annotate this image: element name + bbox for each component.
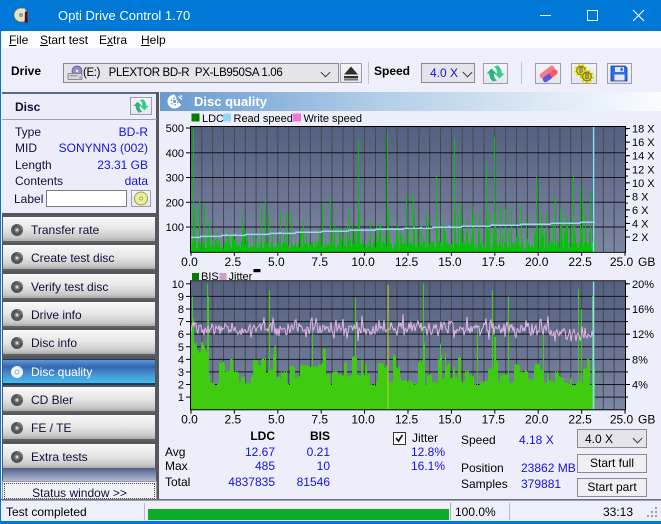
svg-text:7.5: 7.5	[311, 255, 328, 269]
svg-text:10 X: 10 X	[632, 178, 655, 190]
svg-text:23862 MB: 23862 MB	[521, 461, 576, 475]
svg-text:0.0: 0.0	[181, 255, 198, 269]
svg-text:1: 1	[178, 392, 184, 404]
svg-text:20.0: 20.0	[525, 255, 549, 269]
svg-text:Avg: Avg	[165, 445, 185, 459]
svg-text:Jitter: Jitter	[229, 271, 253, 283]
svg-text:8: 8	[178, 304, 184, 316]
svg-text:2: 2	[178, 380, 184, 392]
svg-text:500: 500	[166, 123, 184, 135]
svg-text:2.5: 2.5	[225, 413, 242, 427]
svg-text:14 X: 14 X	[632, 151, 655, 163]
svg-text:15.0: 15.0	[438, 413, 462, 427]
svg-text:10: 10	[172, 279, 184, 291]
svg-text:81546: 81546	[297, 475, 331, 489]
svg-text:400: 400	[166, 148, 184, 160]
svg-text:12.67: 12.67	[245, 445, 275, 459]
svg-text:4%: 4%	[632, 380, 648, 392]
svg-text:6 X: 6 X	[632, 205, 649, 217]
svg-text:Total: Total	[165, 475, 190, 489]
svg-text:18 X: 18 X	[632, 124, 655, 136]
svg-text:22.5: 22.5	[568, 413, 592, 427]
svg-text:7: 7	[178, 317, 184, 329]
svg-text:LDC: LDC	[202, 113, 224, 125]
svg-text:2 X: 2 X	[632, 232, 649, 244]
svg-text:4837835: 4837835	[228, 475, 275, 489]
svg-text:Samples: Samples	[461, 477, 508, 491]
svg-text:Max: Max	[165, 459, 188, 473]
svg-text:Speed: Speed	[461, 433, 496, 447]
svg-text:12%: 12%	[632, 329, 654, 341]
svg-text:8 X: 8 X	[632, 191, 649, 203]
svg-text:10: 10	[317, 459, 331, 473]
svg-text:4 X: 4 X	[632, 218, 649, 230]
svg-text:300: 300	[166, 173, 184, 185]
svg-text:10.0: 10.0	[351, 413, 375, 427]
svg-text:25.0: 25.0	[610, 255, 634, 269]
svg-text:7.5: 7.5	[311, 413, 328, 427]
svg-text:0.21: 0.21	[307, 445, 331, 459]
svg-text:12.5: 12.5	[395, 255, 419, 269]
svg-text:2.5: 2.5	[225, 255, 242, 269]
svg-text:25.0: 25.0	[610, 413, 634, 427]
svg-text:17.5: 17.5	[482, 413, 506, 427]
svg-text:Read speed: Read speed	[234, 113, 293, 125]
svg-text:16%: 16%	[632, 304, 654, 316]
svg-text:5.0: 5.0	[268, 413, 285, 427]
svg-text:GB: GB	[638, 255, 655, 269]
svg-text:16.1%: 16.1%	[411, 459, 445, 473]
svg-text:12 X: 12 X	[632, 164, 655, 176]
svg-text:16 X: 16 X	[632, 137, 655, 149]
svg-text:BIS: BIS	[201, 271, 219, 283]
svg-text:485: 485	[255, 459, 275, 473]
svg-text:4.18 X: 4.18 X	[519, 433, 554, 447]
svg-text:5: 5	[178, 342, 184, 354]
svg-text:379881: 379881	[521, 477, 561, 491]
svg-text:10.0: 10.0	[351, 255, 375, 269]
svg-text:8%: 8%	[632, 354, 648, 366]
svg-text:Jitter: Jitter	[412, 431, 438, 445]
svg-text:LDC: LDC	[250, 429, 275, 443]
svg-text:12.8%: 12.8%	[411, 445, 445, 459]
svg-text:BIS: BIS	[310, 429, 330, 443]
svg-text:5.0: 5.0	[268, 255, 285, 269]
svg-text:15.0: 15.0	[438, 255, 462, 269]
svg-text:17.5: 17.5	[482, 255, 506, 269]
svg-text:20.0: 20.0	[525, 413, 549, 427]
svg-text:12.5: 12.5	[395, 413, 419, 427]
svg-text:100: 100	[166, 222, 184, 234]
svg-text:3: 3	[178, 367, 184, 379]
svg-text:4: 4	[178, 354, 184, 366]
svg-text:22.5: 22.5	[568, 255, 592, 269]
svg-text:0.0: 0.0	[181, 413, 198, 427]
svg-text:6: 6	[178, 329, 184, 341]
svg-text:GB: GB	[638, 413, 655, 427]
svg-text:Write speed: Write speed	[304, 113, 363, 125]
svg-text:Position: Position	[461, 461, 504, 475]
svg-text:200: 200	[166, 197, 184, 209]
svg-text:20%: 20%	[632, 279, 654, 291]
svg-text:9: 9	[178, 291, 184, 303]
